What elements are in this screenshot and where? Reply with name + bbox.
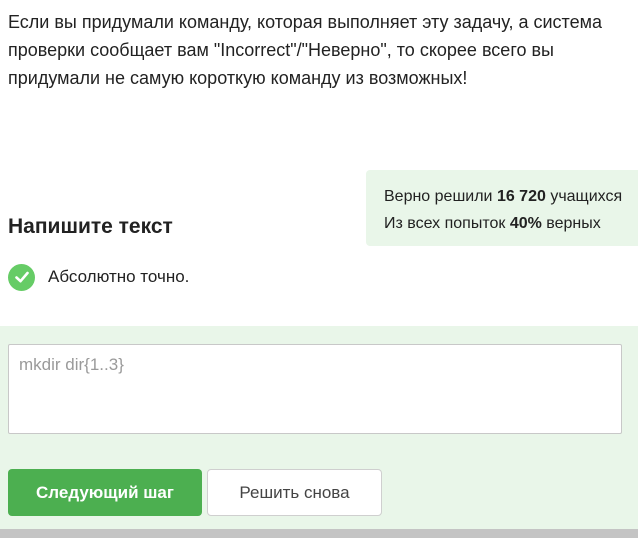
horizontal-scrollbar[interactable] — [0, 529, 638, 538]
solve-again-button[interactable]: Решить снова — [207, 469, 382, 516]
attempts-stats: Из всех попыток 40% верных — [384, 210, 638, 237]
solved-count: 16 720 — [496, 188, 546, 205]
feedback-text: Абсолютно точно. — [48, 267, 190, 286]
answer-textarea[interactable]: mkdir dir{1..3} — [8, 344, 622, 434]
check-icon — [8, 263, 35, 291]
attempts-percent: 40% — [509, 215, 542, 232]
feedback-correct: Абсолютно точно. — [8, 263, 189, 291]
answer-area: mkdir dir{1..3} Следующий шаг Решить сно… — [0, 326, 638, 538]
step-stats-panel: Верно решили 16 720 учащихся Из всех поп… — [366, 170, 638, 246]
task-description: Если вы придумали команду, которая выпол… — [8, 12, 602, 88]
check-mark-icon — [14, 271, 29, 283]
solved-suffix: учащихся — [545, 188, 623, 205]
solved-stats: Верно решили 16 720 учащихся — [384, 183, 638, 210]
next-step-button[interactable]: Следующий шаг — [8, 469, 202, 516]
attempts-prefix: Из всех попыток — [384, 215, 510, 232]
attempts-suffix: верных — [541, 215, 601, 232]
section-title: Напишите текст — [8, 215, 173, 238]
step-page: Если вы придумали команду, которая выпол… — [0, 0, 638, 538]
solved-prefix: Верно решили — [384, 188, 497, 205]
